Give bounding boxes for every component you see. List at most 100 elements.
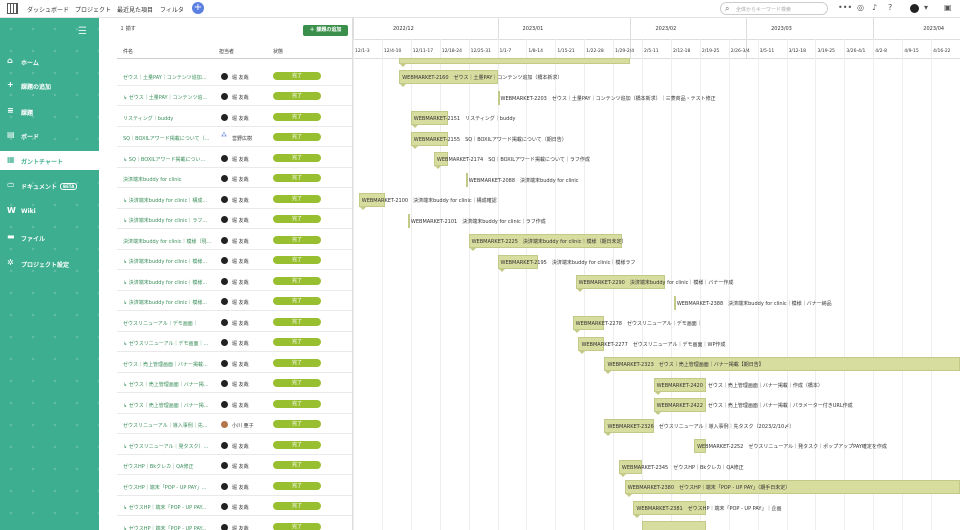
issue-title-link[interactable]: ↳ 決済端末buddy for clinic｜模様... — [123, 279, 213, 286]
header-title[interactable]: 件名 — [123, 48, 133, 55]
status-badge[interactable]: 完了 — [273, 338, 321, 346]
grid-icon[interactable]: ▣ — [944, 3, 952, 12]
table-row[interactable]: ↳ 決済端末buddy for clinic｜ラフ... 堀 友哉 完了 — [99, 209, 352, 229]
bell-icon[interactable]: ♪ — [872, 3, 877, 12]
gantt-bar[interactable] — [673, 295, 676, 310]
table-row[interactable]: ↳ 決済端末buddy for clinic｜模様... 堀 友哉 完了 — [99, 250, 352, 270]
status-badge[interactable]: 完了 — [273, 379, 321, 387]
issue-title-link[interactable]: 決済端末buddy for clinic｜模様（現... — [123, 238, 213, 245]
sidebar-item-7[interactable]: ▬ ファイル — [0, 228, 99, 247]
nav-filter[interactable]: フィルタ — [160, 5, 184, 14]
sidebar-item-3[interactable]: ▤ ボード — [0, 126, 99, 145]
table-row[interactable]: ↳ SQ｜BOXILアワード掲載につい... 堀 友哉 完了 — [99, 148, 352, 168]
app-logo-icon[interactable] — [7, 3, 18, 14]
table-row[interactable]: ↳ ゼウス｜売上管理画面｜バナー掲... 堀 友哉 完了 — [99, 373, 352, 393]
issue-title-link[interactable]: ゼウスHP｜端末「POP - UP PAY」... — [123, 484, 213, 491]
sidebar-item-8[interactable]: ✲ プロジェクト設定 — [0, 254, 99, 273]
sort-button[interactable]: ↧ 揃す — [120, 25, 136, 32]
gantt-bar[interactable] — [465, 172, 468, 187]
status-badge[interactable]: 完了 — [273, 256, 321, 264]
issue-title-link[interactable]: ↳ ゼウス｜売上管理画面｜バナー掲... — [123, 402, 213, 409]
issue-title-link[interactable]: ゼウスリニューアル｜デモ画面｜ — [123, 320, 213, 327]
issue-title-link[interactable]: ↳ SQ｜BOXILアワード掲載につい... — [123, 156, 213, 163]
more-icon[interactable]: ••• — [838, 3, 852, 12]
table-row[interactable]: ↳ ゼウスリニューアル｜発タスク）... 堀 友哉 完了 — [99, 435, 352, 455]
add-plus-button[interactable]: + — [192, 2, 204, 14]
issue-title-link[interactable]: ↳ 決済端末buddy for clinic｜ラフ... — [123, 217, 213, 224]
table-row[interactable]: ↳ ゼウスリニューアル｜デモ画面｜... 堀 友哉 完了 — [99, 332, 352, 352]
status-badge[interactable]: 完了 — [273, 92, 321, 100]
table-row[interactable]: ゼウス｜土量PAY｜コンテンツ追加... 堀 友哉 完了 — [99, 66, 352, 86]
nav-project[interactable]: プロジェクト — [75, 5, 111, 14]
globe-icon[interactable]: ◎ — [857, 3, 864, 12]
sidebar-item-0[interactable]: ⌂ ホーム — [0, 52, 99, 71]
issue-title-link[interactable]: ゼウスHP｜Bkクレカ｜QA修正 — [123, 463, 213, 470]
status-badge[interactable]: 完了 — [273, 154, 321, 162]
status-badge[interactable]: 完了 — [273, 502, 321, 510]
issue-title-link[interactable]: SQ｜BOXILアワード掲載について（... — [123, 135, 213, 142]
gantt-bar[interactable] — [399, 58, 631, 67]
issue-title-link[interactable]: ↳ ゼウス｜土量PAY｜コンテンツ追... — [123, 94, 213, 101]
issue-title-link[interactable]: 決済端末buddy for clinic — [123, 176, 213, 183]
gantt-bar[interactable] — [642, 521, 706, 530]
table-row[interactable]: ゼウス｜売上管理画面｜バナー掲載... 堀 友哉 完了 — [99, 353, 352, 373]
table-row[interactable]: ゼウスHP｜Bkクレカ｜QA修正 堀 友哉 完了 — [99, 455, 352, 475]
menu-icon[interactable]: ☰ — [78, 26, 87, 37]
table-row[interactable]: ゼウスHP｜端末「POP - UP PAY」... 堀 友哉 完了 — [99, 476, 352, 496]
status-badge[interactable]: 完了 — [273, 482, 321, 490]
table-row[interactable]: ↳ 決済端末buddy for clinic｜模様... 堀 友哉 完了 — [99, 271, 352, 291]
issue-title-link[interactable]: ゼウス｜土量PAY｜コンテンツ追加... — [123, 74, 213, 81]
status-badge[interactable]: 完了 — [273, 133, 321, 141]
status-badge[interactable]: 完了 — [273, 195, 321, 203]
table-row[interactable]: ゼウスリニューアル｜デモ画面｜ 堀 友哉 完了 — [99, 312, 352, 332]
table-row[interactable]: ↳ ゼウス｜土量PAY｜コンテンツ追... 堀 友哉 完了 — [99, 86, 352, 106]
gantt-bar[interactable] — [407, 213, 410, 228]
sidebar-item-4[interactable]: ▦ ガントチャート — [0, 151, 99, 170]
issue-title-link[interactable]: リスティング｜buddy — [123, 115, 213, 122]
status-badge[interactable]: 完了 — [273, 359, 321, 367]
status-badge[interactable]: 完了 — [273, 277, 321, 285]
issue-title-link[interactable]: ↳ 決済端末buddy for clinic｜模様... — [123, 299, 213, 306]
issue-title-link[interactable]: ↳ ゼウス｜売上管理画面｜バナー掲... — [123, 381, 213, 388]
table-row[interactable]: ゼウスリニューアル｜導入事例｜先... 小川 亜子 完了 — [99, 414, 352, 434]
sidebar-item-5[interactable]: ▭ ドキュメント BETA — [0, 176, 99, 195]
help-icon[interactable]: ? — [888, 3, 892, 12]
status-badge[interactable]: 完了 — [273, 420, 321, 428]
status-badge[interactable]: 完了 — [273, 113, 321, 121]
issue-title-link[interactable]: ゼウスリニューアル｜導入事例｜先... — [123, 422, 213, 429]
status-badge[interactable]: 完了 — [273, 400, 321, 408]
table-row[interactable]: ↳ ゼウスHP｜端末「POP - UP PAY... 堀 友哉 完了 — [99, 496, 352, 516]
chevron-down-icon[interactable]: ▾ — [924, 3, 928, 12]
issue-title-link[interactable]: ↳ ゼウスリニューアル｜デモ画面｜... — [123, 340, 213, 347]
table-row[interactable]: 決済端末buddy for clinic｜模様（現... 堀 友哉 完了 — [99, 230, 352, 250]
issue-title-link[interactable]: ゼウス｜売上管理画面｜バナー掲載... — [123, 361, 213, 368]
issue-title-link[interactable]: ↳ ゼウスHP｜端末「POP - UP PAY... — [123, 504, 213, 511]
sidebar-item-1[interactable]: + 課題の追加 — [0, 76, 99, 95]
add-issue-button[interactable]: ＋ 課題の追加 — [303, 25, 348, 36]
status-badge[interactable]: 完了 — [273, 174, 321, 182]
issue-title-link[interactable]: ↳ 決済端末buddy for clinic｜構成... — [123, 197, 213, 204]
status-badge[interactable]: 完了 — [273, 215, 321, 223]
status-badge[interactable]: 完了 — [273, 461, 321, 469]
avatar[interactable] — [910, 4, 919, 13]
status-badge[interactable]: 完了 — [273, 297, 321, 305]
sidebar-item-6[interactable]: W Wiki — [0, 202, 99, 221]
status-badge[interactable]: 完了 — [273, 441, 321, 449]
nav-recent[interactable]: 最近見た項目 — [117, 5, 153, 14]
table-row[interactable]: ↳ ゼウス｜売上管理画面｜バナー掲... 堀 友哉 完了 — [99, 394, 352, 414]
nav-dashboard[interactable]: ダッシュボード — [27, 5, 69, 14]
search-input[interactable]: ⌕ 全体からキーワード検索 — [720, 2, 828, 15]
status-badge[interactable]: 完了 — [273, 523, 321, 530]
table-row[interactable]: ↳ 決済端末buddy for clinic｜模様... 堀 友哉 完了 — [99, 291, 352, 311]
issue-title-link[interactable]: ↳ 決済端末buddy for clinic｜模様... — [123, 258, 213, 265]
sidebar-item-2[interactable]: ≡ 課題 — [0, 102, 99, 121]
table-row[interactable]: リスティング｜buddy 堀 友哉 完了 — [99, 107, 352, 127]
table-row[interactable]: 決済端末buddy for clinic 堀 友哉 完了 — [99, 168, 352, 188]
status-badge[interactable]: 完了 — [273, 72, 321, 80]
header-status[interactable]: 状態 — [273, 48, 283, 55]
status-badge[interactable]: 完了 — [273, 318, 321, 326]
table-row[interactable]: ↳ 決済端末buddy for clinic｜構成... 堀 友哉 完了 — [99, 189, 352, 209]
header-assignee[interactable]: 担当者 — [219, 48, 234, 55]
status-badge[interactable]: 完了 — [273, 236, 321, 244]
issue-title-link[interactable]: ↳ ゼウスHP｜端末「POP - UP PAY... — [123, 525, 213, 530]
